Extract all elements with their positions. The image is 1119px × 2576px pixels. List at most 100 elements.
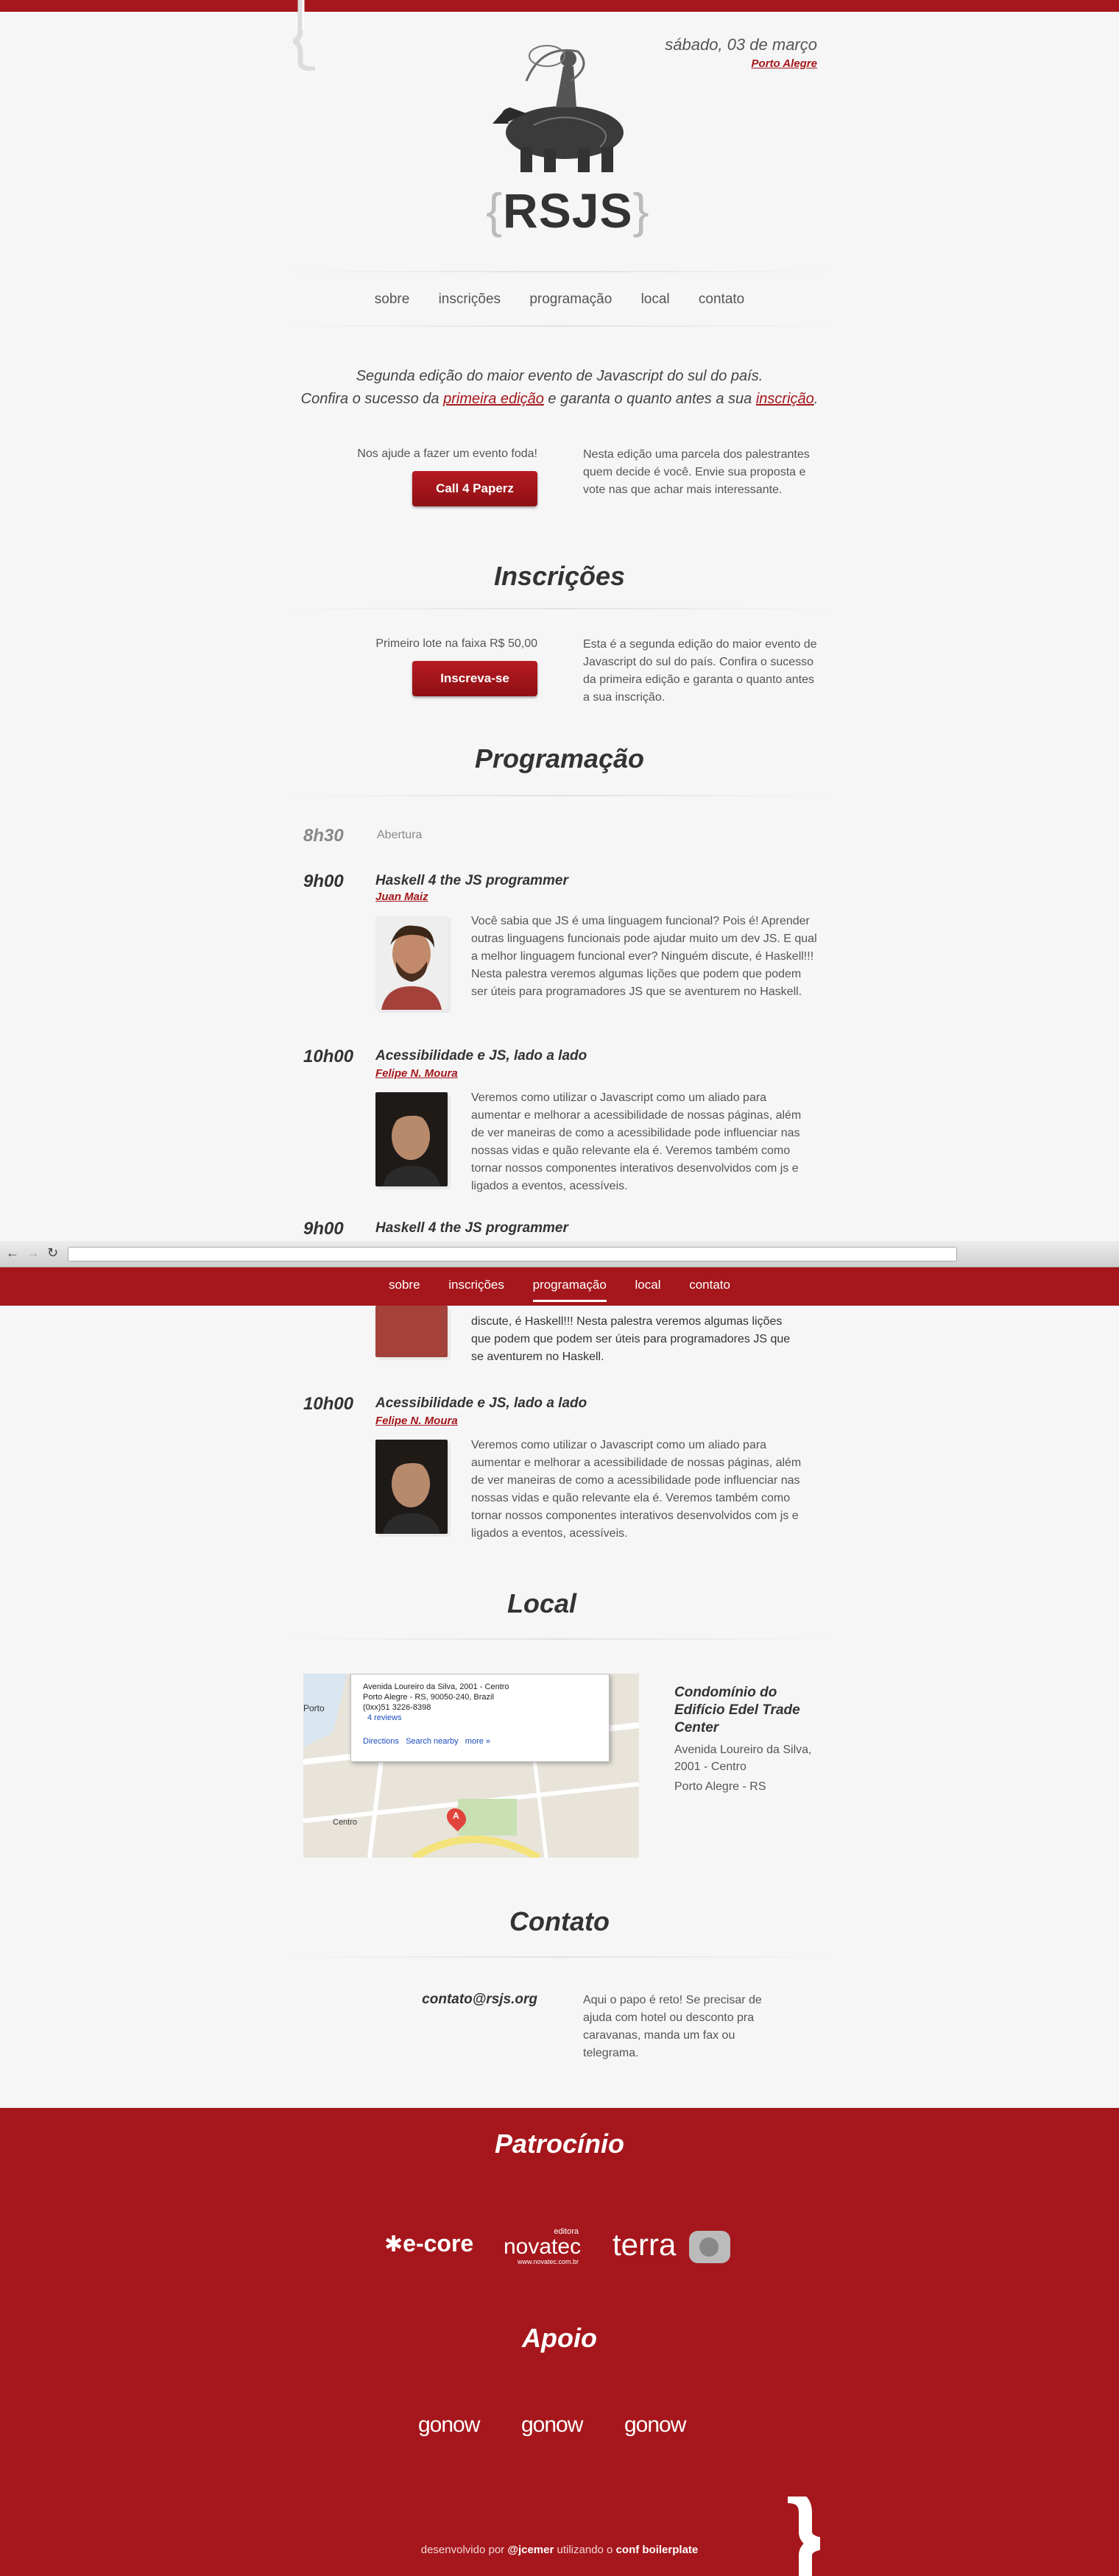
supporter-logo[interactable]: gonow xyxy=(418,2413,480,2438)
site-logo[interactable]: {RSJS} xyxy=(486,183,649,238)
divider xyxy=(280,608,839,609)
url-bar[interactable] xyxy=(68,1247,957,1262)
sponsor-terra-logo[interactable]: terra xyxy=(613,2227,731,2263)
sponsor-novatec-logo[interactable]: editora novatec www.novatec.com.br xyxy=(504,2227,582,2265)
sponsor-name: terra xyxy=(613,2227,677,2262)
map-reviews-link[interactable]: 4 reviews xyxy=(367,1713,597,1723)
back-icon[interactable]: ← xyxy=(6,1245,19,1261)
register-button[interactable]: Inscreva-se xyxy=(412,661,537,696)
divider xyxy=(280,1956,839,1958)
avatar-icon xyxy=(375,1092,448,1186)
event-city-link[interactable]: Porto Alegre xyxy=(665,57,817,70)
footer-credits: desenvolvido por @jcemer utilizando o co… xyxy=(0,2544,1119,2556)
papers-description: Nesta edição uma parcela dos palestrante… xyxy=(583,448,810,496)
rhino-logo-icon xyxy=(493,45,624,172)
map-info-popup: Avenida Loureiro da Silva, 2001 - Centro… xyxy=(350,1674,610,1762)
sticky-nav-item-programacao[interactable]: programação xyxy=(532,1278,607,1302)
apoio-title: Apoio xyxy=(522,2323,597,2353)
supporter-logo[interactable]: gonow xyxy=(624,2413,686,2438)
project-link[interactable]: conf boilerplate xyxy=(616,2544,699,2556)
call-for-papers-button[interactable]: Call 4 Paperz xyxy=(412,471,537,506)
main-nav: sobre inscrições programação local conta… xyxy=(0,291,1119,308)
intro-text-part: e garanta o quanto antes a sua xyxy=(543,391,756,407)
logo-brace-close: } xyxy=(632,183,650,238)
talk-time: 9h00 xyxy=(303,1219,344,1239)
map-popup-line: Avenida Loureiro da Silva, 2001 - Centro xyxy=(363,1682,509,1691)
speaker-link[interactable]: Juan Maiz xyxy=(375,891,428,903)
opening-time: 8h30 xyxy=(303,826,344,846)
brace-decoration xyxy=(293,0,316,71)
avatar-icon xyxy=(375,1440,448,1534)
intro-text-part: Confira o sucesso da xyxy=(300,391,444,407)
sticky-nav-items: sobre inscrições programação local conta… xyxy=(0,1278,1119,1302)
intro-line-1: Segunda edição do maior evento de Javasc… xyxy=(356,368,763,384)
map-more-link[interactable]: more » xyxy=(465,1737,490,1746)
sticky-nav-item-inscricoes[interactable]: inscrições xyxy=(448,1278,504,1292)
map-directions-link[interactable]: Directions xyxy=(363,1737,399,1746)
map-label: Centro xyxy=(333,1818,358,1827)
nav-item-sobre[interactable]: sobre xyxy=(375,291,410,308)
sticky-nav-item-local[interactable]: local xyxy=(635,1278,661,1292)
talk-title: Acessibilidade e JS, lado a lado xyxy=(375,1048,587,1064)
speaker-photo xyxy=(375,916,448,1010)
first-edition-link[interactable]: primeira edição xyxy=(443,391,544,407)
speaker-link[interactable]: Felipe N. Moura xyxy=(375,1415,458,1427)
nav-item-programacao[interactable]: programação xyxy=(529,291,612,308)
divider xyxy=(280,271,839,272)
sticky-nav: sobre inscrições programação local conta… xyxy=(0,1267,1119,1306)
top-bar xyxy=(0,0,1119,12)
sponsor-name: novatec xyxy=(504,2234,582,2259)
novatec-url: www.novatec.com.br xyxy=(517,2258,579,2265)
talk-description-line: que podem que podem ser úteis para progr… xyxy=(471,1333,791,1345)
nav-item-local[interactable]: local xyxy=(641,291,670,308)
author-link[interactable]: @jcemer xyxy=(507,2544,554,2556)
supporter-logo[interactable]: gonow xyxy=(521,2413,583,2438)
map-popup-line: Porto Alegre - RS, 90050-240, Brazil xyxy=(363,1693,494,1702)
speaker-photo xyxy=(375,1440,448,1534)
talk-description-partial: discute, é Haskell!!! Nesta palestra ver… xyxy=(471,1313,817,1366)
venue-address: Avenida Loureiro da Silva, 2001 - Centro… xyxy=(674,1741,822,1795)
brace-decoration xyxy=(787,2497,821,2576)
venue-name: Condomínio do Edifício Edel Trade Center xyxy=(674,1685,800,1735)
talk-time: 9h00 xyxy=(303,871,344,891)
nav-item-contato[interactable]: contato xyxy=(699,291,744,308)
talk-description-line: discute, é Haskell!!! Nesta palestra ver… xyxy=(471,1315,783,1328)
reload-icon[interactable]: ↻ xyxy=(47,1245,58,1261)
sticky-nav-item-sobre[interactable]: sobre xyxy=(389,1278,420,1292)
contact-description: Aqui o papo é reto! Se precisar de ajuda… xyxy=(583,1994,762,2059)
inscricoes-price: Primeiro lote na faixa R$ 50,00 xyxy=(375,637,537,650)
registration-link[interactable]: inscrição xyxy=(756,391,814,407)
map-label: Porto xyxy=(303,1703,325,1713)
talk-description-line: se aventurem no Haskell. xyxy=(471,1351,604,1363)
intro-text: Segunda edição do maior evento de Javasc… xyxy=(280,365,839,411)
sponsor-ecore-logo[interactable]: ✱e-core xyxy=(384,2230,473,2257)
avatar-icon xyxy=(375,916,448,1010)
speaker-link[interactable]: Felipe N. Moura xyxy=(375,1067,458,1080)
divider xyxy=(280,325,839,327)
location-map[interactable]: Porto Centro Avenida Loureiro da Silva, … xyxy=(303,1674,639,1858)
speaker-photo xyxy=(375,1306,448,1357)
venue-address-line: Porto Alegre - RS xyxy=(674,1780,766,1793)
inscricoes-description: Esta é a segunda edição do maior evento … xyxy=(583,638,817,704)
map-search-nearby-link[interactable]: Search nearby xyxy=(406,1737,459,1746)
local-title: Local xyxy=(506,1588,577,1618)
map-popup-line: (0xx)51 3226-8398 xyxy=(363,1703,431,1712)
browser-toolbar: ← → ↻ xyxy=(0,1241,1119,1267)
speaker-photo xyxy=(375,1092,448,1186)
intro-line-2: Confira o sucesso da primeira edição e g… xyxy=(280,388,839,411)
programacao-title: Programação xyxy=(474,743,645,774)
ecore-mark-icon: ✱ xyxy=(384,2232,403,2257)
talk-title: Haskell 4 the JS programmer xyxy=(375,1220,568,1236)
map-popup-links: Directions Search nearby more » xyxy=(363,1736,597,1747)
nav-item-inscricoes[interactable]: inscrições xyxy=(439,291,501,308)
terra-mark-icon xyxy=(689,2230,731,2263)
papers-left: Nos ajude a fazer um evento foda! Call 4… xyxy=(280,447,537,506)
talk-title: Acessibilidade e JS, lado a lado xyxy=(375,1395,587,1411)
sticky-nav-item-contato[interactable]: contato xyxy=(689,1278,730,1292)
opening-label: Abertura xyxy=(377,829,423,841)
logo-text: RSJS xyxy=(503,183,633,238)
contact-email[interactable]: contato@rsjs.org xyxy=(280,1992,537,2008)
forward-icon[interactable]: → xyxy=(27,1245,40,1261)
inscricoes-title: Inscrições xyxy=(493,561,626,591)
papers-left-text: Nos ajude a fazer um evento foda! xyxy=(357,447,537,460)
